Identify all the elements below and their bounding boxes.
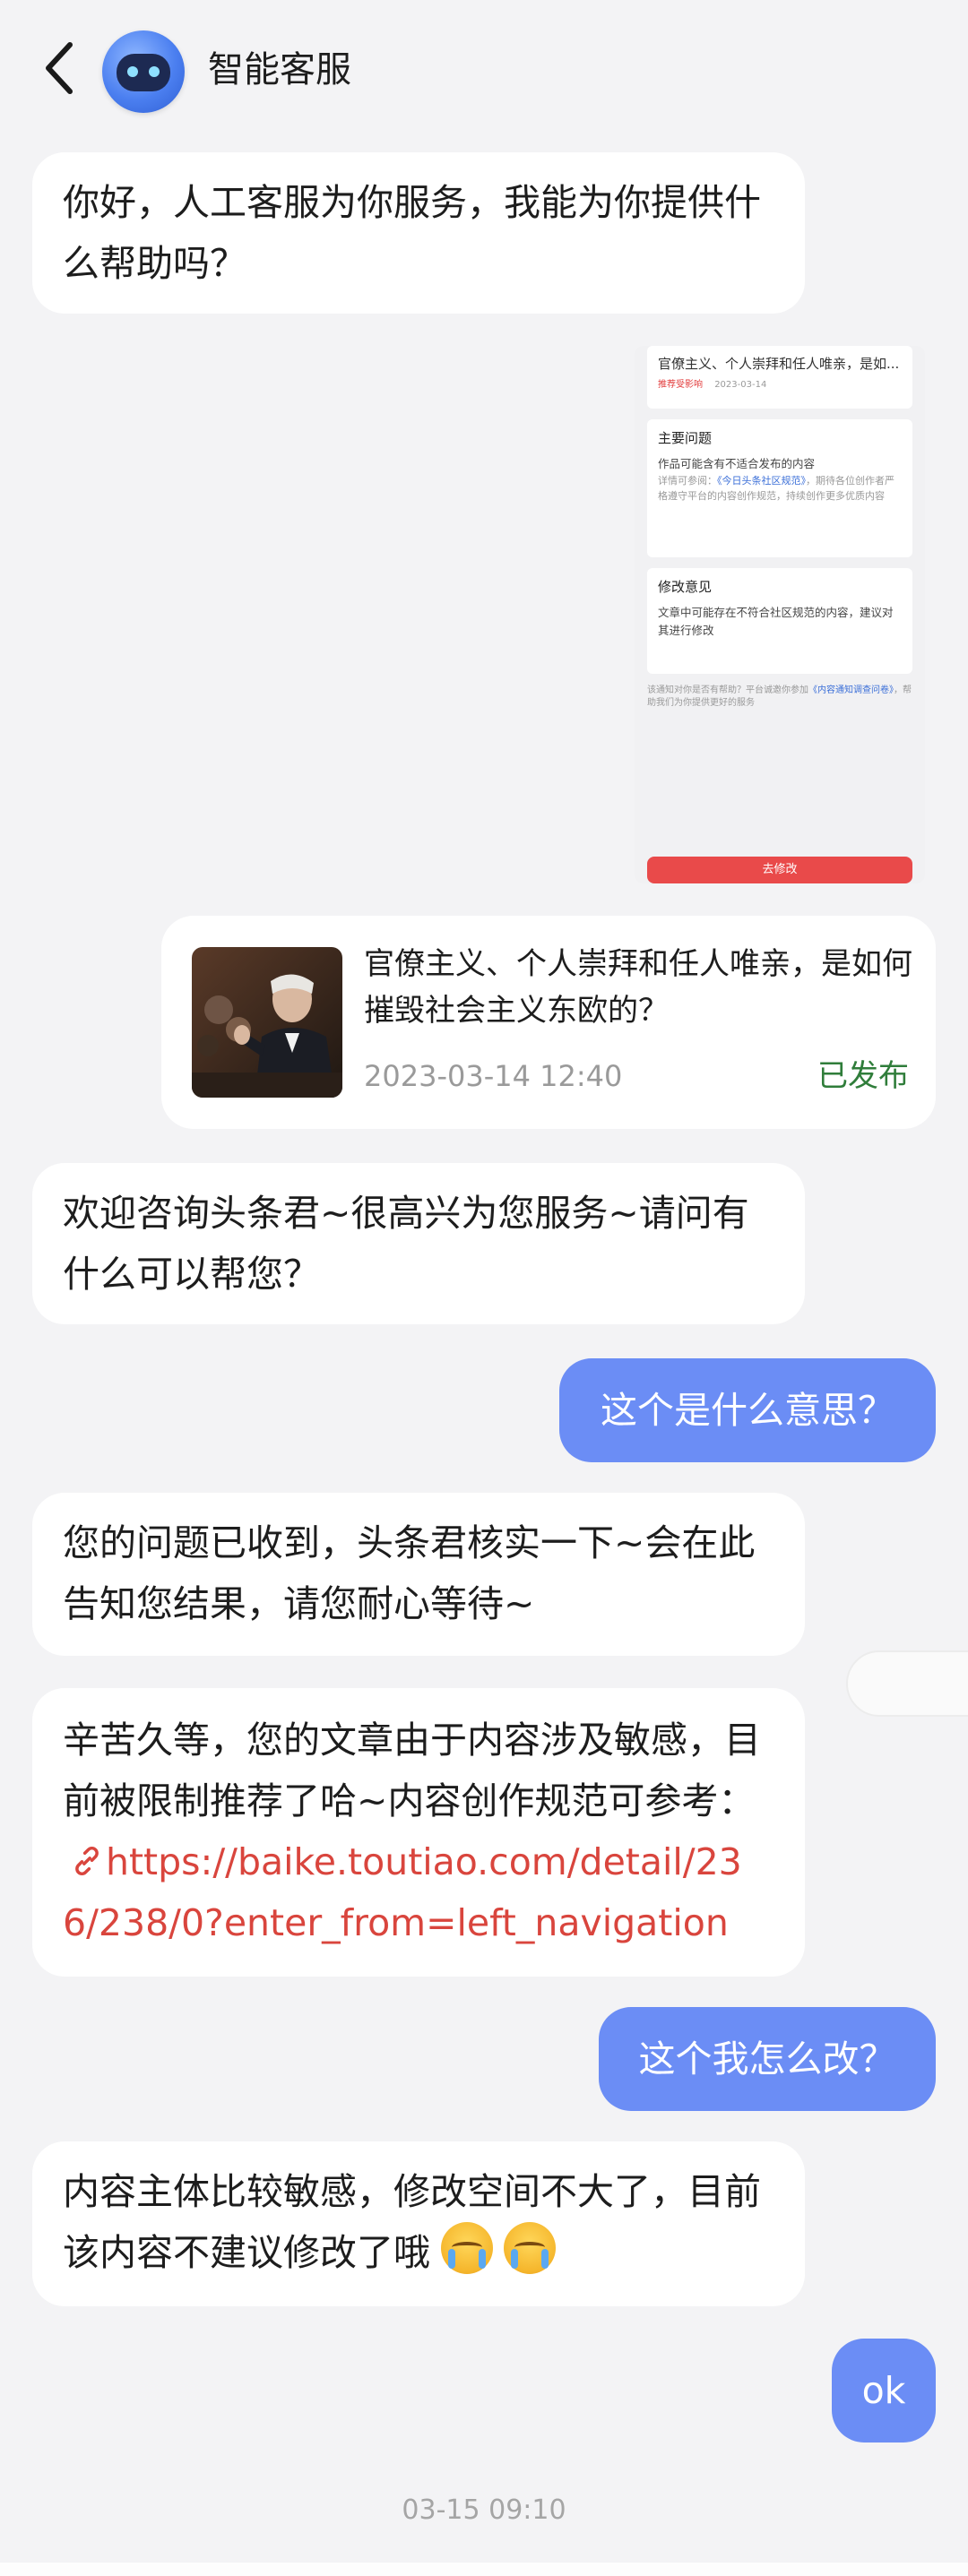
agent-message: 辛苦久等，您的文章由于内容涉及敏感，目前被限制推荐了哈~内容创作规范可参考： h…	[32, 1688, 805, 1977]
message-text: 您的问题已收到，头条君核实一下~会在此告知您结果，请您耐心等待~	[63, 1521, 756, 1625]
preview-article-card: 官僚主义、个人崇拜和任人唯亲，是如... 推荐受影响 2023-03-14	[647, 346, 912, 409]
article-title: 官僚主义、个人崇拜和任人唯亲，是如何摧毁社会主义东欧的？	[364, 946, 912, 1029]
user-message: 这个是什么意思？	[559, 1358, 936, 1462]
preview-problem-heading: 主要问题	[658, 430, 713, 446]
bot-avatar[interactable]	[102, 30, 185, 113]
floating-assistant-handle[interactable]	[846, 1650, 968, 1717]
chevron-left-icon	[46, 42, 73, 94]
timestamp: 03-15 09:10	[402, 2494, 566, 2526]
preview-suggestion-card: 修改意见 文章中可能存在不符合社区规范的内容，建议对其进行修改	[647, 568, 912, 674]
status-badge: 已发布	[817, 1058, 909, 1094]
guideline-link[interactable]: https://baike.toutiao.com/detail/236/238…	[63, 1840, 742, 1944]
message-text: 你好，人工客服为你服务，我能为你提供什么帮助吗？	[63, 181, 761, 285]
message-text: 这个我怎么改？	[638, 2038, 896, 2081]
preview-feedback: 该通知对你是否有帮助？平台诚邀你参加《内容通知调查问卷》，帮助我们为你提供更好的…	[647, 685, 912, 710]
article-date: 2023-03-14 12:40	[364, 1059, 623, 1093]
preview-article-title: 官僚主义、个人崇拜和任人唯亲，是如...	[658, 356, 900, 372]
message-text: 欢迎咨询头条君~很高兴为您服务~请问有什么可以帮您？	[63, 1192, 749, 1296]
agent-message: 您的问题已收到，头条君核实一下~会在此告知您结果，请您耐心等待~	[32, 1493, 805, 1656]
message-text: 内容主体比较敏感，修改空间不大了，目前该内容不建议修改了哦	[63, 2170, 761, 2274]
agent-message: 你好，人工客服为你服务，我能为你提供什么帮助吗？	[32, 152, 805, 314]
user-message: 这个我怎么改？	[599, 2007, 936, 2111]
preview-problem-card: 主要问题 作品可能含有不适合发布的内容 详情可参阅：《今日头条社区规范》，期待各…	[647, 419, 912, 557]
back-button[interactable]	[36, 36, 86, 100]
article-thumbnail	[192, 947, 342, 1098]
preview-problem: 作品可能含有不适合发布的内容	[658, 457, 816, 470]
preview-feedback-prefix: 该通知对你是否有帮助？平台诚邀你参加	[647, 685, 808, 695]
input-bar-edge	[0, 2563, 968, 2576]
agent-message: 内容主体比较敏感，修改空间不大了，目前该内容不建议修改了哦	[32, 2141, 805, 2306]
agent-message: 欢迎咨询头条君~很高兴为您服务~请问有什么可以帮您？	[32, 1163, 805, 1324]
article-card[interactable]: 官僚主义、个人崇拜和任人唯亲，是如何摧毁社会主义东欧的？ 2023-03-14 …	[161, 916, 936, 1129]
screenshot-image[interactable]: 官僚主义、个人崇拜和任人唯亲，是如... 推荐受影响 2023-03-14 主要…	[635, 346, 925, 883]
loudly-crying-face-emoji	[441, 2222, 493, 2274]
preview-survey-link: 《内容通知调查问卷》	[808, 685, 894, 695]
message-text: 辛苦久等，您的文章由于内容涉及敏感，目前被限制推荐了哈~内容创作规范可参考：	[63, 1719, 761, 1822]
preview-date: 2023-03-14	[714, 380, 767, 390]
message-text: ok	[861, 2369, 906, 2412]
loudly-crying-face-emoji	[504, 2222, 556, 2274]
preview-tag: 推荐受影响	[658, 380, 703, 390]
preview-rules-link: 《今日头条社区规范》	[717, 475, 806, 487]
page-title: 智能客服	[208, 49, 351, 90]
preview-modify-button: 去修改	[647, 857, 912, 883]
link-icon	[63, 1840, 106, 1883]
preview-detail-prefix: 详情可参阅：	[658, 475, 717, 487]
message-text: 这个是什么意思？	[601, 1389, 895, 1432]
preview-suggestion-body: 文章中可能存在不符合社区规范的内容，建议对其进行修改	[658, 606, 894, 637]
user-message: ok	[832, 2339, 936, 2442]
preview-suggestion-heading: 修改意见	[658, 579, 713, 595]
